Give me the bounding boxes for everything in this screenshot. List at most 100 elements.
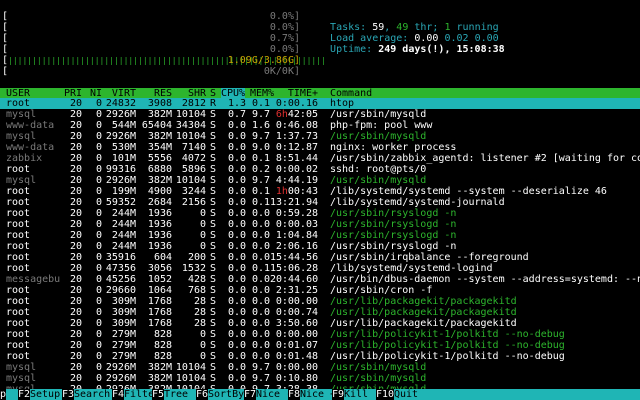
cell-ni: 0 <box>95 263 102 274</box>
time-hours: 1h <box>275 186 288 197</box>
process-row[interactable]: mysql 20 0 2926M 382M 10104 S 0.0 9.7 4:44.19/usr… <box>0 175 640 186</box>
process-row[interactable]: root 20 0 279M 828 0 S 0.0 0.0 0:01.07/usr/lib/po… <box>0 340 640 351</box>
process-row[interactable]: root 20 0 279M 828 0 S 0.0 0.0 0:01.48/usr/lib/po… <box>0 351 640 362</box>
column-header[interactable]: USER PRI NI VIRT RES SHR S CPU% MEM% TIM… <box>0 88 640 99</box>
cell-res: 828 <box>153 329 172 340</box>
process-row[interactable]: root 20 0 309M 1768 28 S 0.0 0.0 0:00.74/usr/lib/… <box>0 307 640 318</box>
cell-mem: 0.0 <box>251 241 270 252</box>
cell-shr: 10104 <box>175 373 206 384</box>
cell-virt: 45256 <box>105 274 136 285</box>
fkey-f10[interactable]: F10 <box>376 389 395 400</box>
fkey-f7[interactable]: F7 <box>244 389 257 400</box>
cell-pri: 20 <box>69 362 82 373</box>
cell-s: S <box>210 131 217 142</box>
cell-time: 0:00.00 <box>275 329 318 340</box>
process-row[interactable]: root 20 0 199M 4900 3244 S 0.0 0.1 1h00:43/lib/sy… <box>0 186 640 197</box>
cell-ni: 0 <box>95 252 102 263</box>
process-row[interactable]: root 20 0 99316 6880 5896 S 0.0 0.2 0:00.02 sshd: … <box>0 164 640 175</box>
process-row[interactable]: root 20 0 279M 828 0 S 0.0 0.0 0:00.00/usr/lib/po… <box>0 329 640 340</box>
fkey-label[interactable]: Nice + <box>300 389 336 400</box>
cell-virt: 35916 <box>105 252 136 263</box>
cell-shr: 200 <box>187 252 206 263</box>
process-row[interactable]: mysql 20 0 2926M 382M 10104 S 0.7 9.7 6h42:05/usr… <box>0 109 640 120</box>
process-row[interactable]: root 20 0 47356 3056 1532 S 0.0 0.1 15:06.28/lib/… <box>0 263 640 274</box>
meter-bracket: [ <box>2 66 9 77</box>
cell-cpu: 0.0 <box>227 296 246 307</box>
process-row[interactable]: root 20 0 309M 1768 28 S 0.0 0.0 0:00.00/usr/lib/… <box>0 296 640 307</box>
load-average: Load average: 0.00 0.02 0.00 <box>318 22 499 44</box>
process-row[interactable]: root 20 0 24832 3908 2812 R 1.3 0.1 0:00.16 htop <box>0 98 640 109</box>
cell-user: www-data <box>6 120 55 131</box>
fkey-f5[interactable]: F5 <box>152 389 165 400</box>
process-row[interactable]: mysql 20 0 2926M 382M 10104 S 0.0 9.7 1:37.73/usr… <box>0 131 640 142</box>
cell-cmd: htop <box>330 98 355 109</box>
fkey-label[interactable]: Nice - <box>256 389 292 400</box>
cell-ni: 0 <box>95 274 102 285</box>
process-row[interactable]: zabbix 20 0 101M 5556 4072 S 0.0 0.1 8:51.44/usr/… <box>0 153 640 164</box>
tasks-summary: Tasks: 59, 49 thr; 1 running <box>318 11 499 33</box>
fkey-f4[interactable]: F4 <box>112 389 125 400</box>
cell-s: S <box>210 285 217 296</box>
process-row[interactable]: root 20 0 29660 1064 768 S 0.0 0.0 2:31.25/usr/sb… <box>0 285 640 296</box>
cell-time: 15:06.28 <box>270 263 319 274</box>
cell-pri: 20 <box>69 329 82 340</box>
fkey-f3[interactable]: F3 <box>62 389 75 400</box>
cell-pri: 20 <box>69 186 82 197</box>
cell-cmd: /usr/lib/policykit-1/polkitd --no-debug <box>330 351 565 362</box>
fkey-f9[interactable]: F9 <box>332 389 345 400</box>
fkey-f2[interactable]: F2 <box>18 389 31 400</box>
fkey-label[interactable]: Quit <box>394 389 418 400</box>
meter-value: 1.09G/3.86G] <box>227 55 300 66</box>
uptime-value: 249 days(!), 15:08:38 <box>378 44 505 55</box>
cell-virt: 279M <box>111 340 136 351</box>
process-row[interactable]: root 20 0 244M 1936 0 S 0.0 0.0 0:59.28/usr/sbin/… <box>0 208 640 219</box>
process-row[interactable]: www-data 20 0 530M 354M 7140 S 0.0 9.0 0:12.87 ngi… <box>0 142 640 153</box>
cell-time: 20:44.60 <box>270 274 319 285</box>
cell-time: 8:51.44 <box>275 153 318 164</box>
cell-res: 1936 <box>147 219 172 230</box>
cell-time: 0:01.07 <box>275 340 318 351</box>
fkey-label[interactable]: Setup <box>30 389 60 400</box>
process-row[interactable]: root 20 0 309M 1768 28 S 0.0 0.0 3:50.60/usr/lib/… <box>0 318 640 329</box>
fkey-label[interactable]: Kill <box>344 389 368 400</box>
process-row[interactable]: messagebu 20 0 45256 1052 428 S 0.0 0.0 20:44.60/… <box>0 274 640 285</box>
cell-mem: 0.0 <box>251 230 270 241</box>
process-row[interactable]: root 20 0 59352 2684 2156 S 0.0 0.1 13:21.94/lib/… <box>0 197 640 208</box>
cell-cmd: /usr/bin/dbus-daemon --system --address=… <box>330 274 640 285</box>
cell-s: S <box>210 373 217 384</box>
cell-cpu: 0.0 <box>227 131 246 142</box>
process-row[interactable]: root 20 0 35916 604 200 S 0.0 0.0 15:44.56/usr/sb… <box>0 252 640 263</box>
cell-s: S <box>210 208 217 219</box>
cell-cpu: 0.7 <box>227 109 246 120</box>
cell-pri: 20 <box>69 142 82 153</box>
cell-mem: 1.6 <box>251 120 270 131</box>
cell-res: 828 <box>153 340 172 351</box>
cell-cpu: 0.0 <box>227 373 246 384</box>
fkey-f8[interactable]: F8 <box>288 389 301 400</box>
cell-s: S <box>210 340 217 351</box>
process-row[interactable]: root 20 0 244M 1936 0 S 0.0 0.0 0:00.03/usr/sbin/… <box>0 219 640 230</box>
cell-s: S <box>210 274 217 285</box>
fkey-p[interactable]: p <box>0 389 7 400</box>
fkey-label[interactable]: Search <box>74 389 110 400</box>
cell-cmd: /usr/sbin/mysqld <box>330 373 427 384</box>
process-row[interactable]: www-data 20 0 544M 65404 34304 S 0.0 1.6 0:46.08 p… <box>0 120 640 131</box>
process-row[interactable]: root 20 0 244M 1936 0 S 0.0 0.0 1:04.84/usr/sbin/… <box>0 230 640 241</box>
time-rest: 00:43 <box>287 186 318 197</box>
cell-cpu: 0.0 <box>227 153 246 164</box>
cell-time: 0:00.00 <box>275 362 318 373</box>
cell-cpu: 0.0 <box>227 362 246 373</box>
cell-ni: 0 <box>95 109 102 120</box>
cell-mem: 0.0 <box>251 274 270 285</box>
cell-s: S <box>210 241 217 252</box>
process-row[interactable]: root 20 0 244M 1936 0 S 0.0 0.0 2:06.16/usr/sbin/… <box>0 241 640 252</box>
cell-pri: 20 <box>69 109 82 120</box>
process-row[interactable]: mysql 20 0 2926M 382M 10104 S 0.0 9.7 0:10.80/usr… <box>0 373 640 384</box>
fkey-label[interactable]: SortBy <box>208 389 244 400</box>
fkey-f6[interactable]: F6 <box>196 389 209 400</box>
meter-bracket: [ <box>2 33 9 44</box>
process-row[interactable]: mysql 20 0 2926M 382M 10104 S 0.0 9.7 0:00.00/usr… <box>0 362 640 373</box>
cell-pri: 20 <box>69 241 82 252</box>
cell-user: messagebu <box>6 274 61 285</box>
fkey-label[interactable]: Tree <box>164 389 188 400</box>
